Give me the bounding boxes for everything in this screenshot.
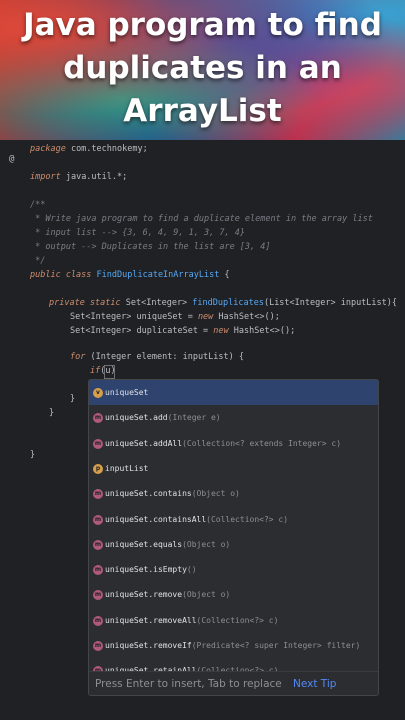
code-brace: }: [49, 408, 55, 418]
completion-item-label: inputList: [105, 456, 148, 481]
completion-item[interactable]: m uniqueSet.removeIf(Predicate<? super In…: [89, 633, 378, 658]
completion-item-signature: (Collection<?> c): [196, 615, 279, 625]
completion-item-label: uniqueSet.removeAll(Collection<?> c): [105, 608, 278, 633]
completion-item-name: uniqueSet.add: [105, 413, 168, 423]
code-text: java.util.*;: [60, 172, 128, 182]
completion-item-name: uniqueSet.isEmpty: [105, 565, 187, 575]
code-line-class: public class FindDuplicateInArrayList {: [30, 268, 230, 282]
completion-item-signature: (Predicate<? super Integer> filter): [191, 641, 361, 650]
method-icon: m: [93, 514, 103, 525]
keyword: for: [70, 352, 86, 362]
completion-item-label: uniqueSet.add(Integer e): [105, 405, 221, 430]
completion-item-name: uniqueSet.addAll: [105, 438, 183, 448]
method-icon: m: [93, 615, 103, 626]
method-icon: m: [93, 438, 103, 449]
variable-icon: v: [93, 388, 103, 398]
method-icon: m: [93, 539, 103, 550]
completion-item-signature: (Integer e): [167, 413, 221, 423]
completion-item[interactable]: m uniqueSet.removeAll(Collection<?> c): [89, 608, 378, 633]
code-text: HashSet<>();: [213, 312, 280, 322]
code-text: {: [219, 270, 230, 280]
method-icon: m: [93, 413, 103, 424]
completion-item-signature: (Collection<?> c): [206, 514, 289, 524]
completion-item[interactable]: m uniqueSet.containsAll(Collection<?> c): [89, 507, 378, 532]
code-text: Set<Integer>: [125, 298, 193, 308]
code-line-for: for (Integer element: inputList) {: [70, 350, 244, 364]
completion-item-name: uniqueSet.contains: [105, 489, 192, 499]
keyword: if: [90, 366, 101, 376]
completion-item-label: uniqueSet.containsAll(Collection<?> c): [105, 507, 288, 532]
code-comment-line: * Write java program to find a duplicate…: [30, 214, 373, 224]
completion-item-name: uniqueSet.equals: [105, 539, 183, 549]
keyword: public class: [30, 270, 97, 280]
code-comment-line: */: [30, 256, 46, 266]
parameter-icon: p: [93, 463, 103, 474]
method-icon: m: [93, 590, 103, 601]
code-line-method: private static Set<Integer> findDuplicat…: [49, 296, 397, 310]
completion-item-signature: (Object o): [182, 539, 231, 549]
completion-item[interactable]: m uniqueSet.add(Integer e): [89, 405, 378, 430]
completion-item-label: uniqueSet.removeIf(Predicate<? super Int…: [105, 633, 360, 658]
completion-item-name: uniqueSet.removeIf: [105, 641, 192, 650]
completion-item-label: uniqueSet: [105, 380, 148, 405]
completion-item[interactable]: p inputList: [89, 456, 378, 481]
method-icon: m: [93, 489, 103, 500]
completion-item[interactable]: m uniqueSet.equals(Object o): [89, 532, 378, 557]
completion-item-signature: (Object o): [191, 489, 240, 499]
code-text: (List<Integer> inputList){: [263, 298, 398, 308]
code-line-uniqueset: Set<Integer> uniqueSet = new HashSet<>()…: [70, 310, 280, 324]
keyword: package: [30, 144, 66, 154]
class-name: FindDuplicateInArrayList: [96, 270, 220, 280]
method-icon: m: [93, 641, 103, 651]
completion-item-name: uniqueSet.removeAll: [105, 615, 197, 625]
completion-item-label: uniqueSet.contains(Object o): [105, 481, 240, 506]
code-text: Set<Integer> duplicateSet =: [70, 326, 214, 336]
completion-item-name: uniqueSet: [105, 388, 149, 397]
completion-hint: Press Enter to insert, Tab to replace: [95, 678, 282, 690]
completion-item[interactable]: m uniqueSet.addAll(Collection<? extends I…: [89, 431, 378, 456]
code-line-package: package com.technokemy;: [30, 142, 148, 156]
banner-title: Java program to find duplicates in an Ar…: [23, 7, 382, 129]
completion-item-name: inputList: [105, 463, 149, 473]
code-comment-line: * input list --> {3, 6, 4, 9, 1, 3, 7, 4…: [30, 228, 245, 238]
completion-item[interactable]: m uniqueSet.remove(Object o): [89, 582, 378, 607]
banner-image: Java program to find duplicates in an Ar…: [0, 0, 405, 140]
code-text: (Integer element: inputList) {: [85, 352, 244, 362]
completion-item-label: uniqueSet.equals(Object o): [105, 532, 230, 557]
code-line-import: import java.util.*;: [30, 170, 127, 184]
completion-item-label: uniqueSet.isEmpty(): [105, 557, 197, 582]
completion-item[interactable]: v uniqueSet: [89, 380, 378, 405]
text-cursor: [104, 365, 115, 379]
completion-item[interactable]: m uniqueSet.contains(Object o): [89, 481, 378, 506]
completion-popup: v uniqueSet m uniqueSet.add(Integer e) m uniq…: [88, 379, 379, 696]
keyword: new: [197, 312, 214, 322]
completion-item-signature: (Object o): [182, 590, 231, 600]
keyword: import: [30, 172, 61, 182]
code-brace: }: [70, 394, 76, 404]
code-brace: }: [30, 450, 36, 460]
code-line-duplicateset: Set<Integer> duplicateSet = new HashSet<…: [70, 324, 295, 338]
completion-item-label: uniqueSet.addAll(Collection<? extends In…: [105, 431, 341, 456]
completion-item-name: uniqueSet.containsAll: [105, 514, 207, 524]
completion-item-signature: (): [186, 565, 197, 575]
completion-item-signature: (Collection<? extends Integer> c): [182, 438, 342, 448]
keyword: private static: [49, 298, 126, 308]
code-comment-line: * output --> Duplicates in the list are …: [30, 242, 271, 252]
method-name: findDuplicates: [192, 298, 264, 308]
next-tip-link[interactable]: Next Tip: [293, 672, 336, 695]
code-text: Set<Integer> uniqueSet =: [70, 312, 198, 322]
keyword: new: [213, 326, 229, 336]
completion-item-name: uniqueSet.remove: [105, 590, 183, 600]
code-text: com.technokemy;: [65, 144, 148, 154]
code-text: HashSet<>();: [228, 326, 296, 336]
completion-item[interactable]: m uniqueSet.isEmpty(): [89, 557, 378, 582]
completion-item-label: uniqueSet.remove(Object o): [105, 582, 230, 607]
code-comment-line: /**: [30, 200, 46, 210]
completion-hint-bar: Press Enter to insert, Tab to replace Ne…: [89, 671, 378, 695]
method-icon: m: [93, 565, 103, 576]
override-gutter-icon[interactable]: @: [9, 154, 14, 164]
